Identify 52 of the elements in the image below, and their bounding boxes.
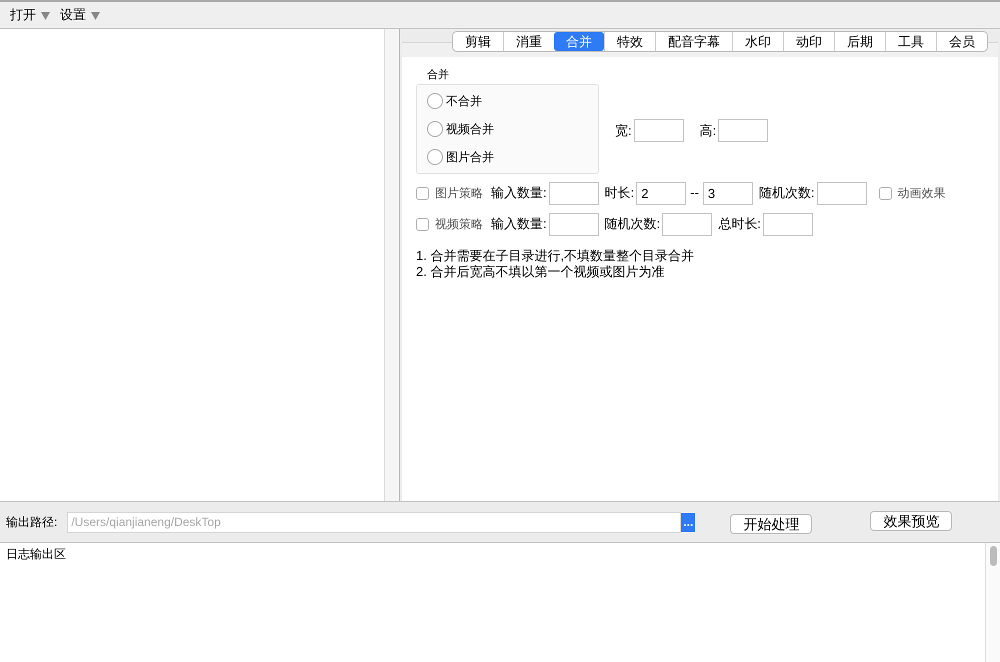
input-field[interactable] — [718, 119, 768, 142]
input-field[interactable] — [548, 212, 599, 236]
input-field[interactable] — [816, 182, 867, 204]
checkbox-label: 视频策略 — [435, 216, 483, 233]
checkbox-label: 图片策略 — [435, 185, 483, 202]
action-button[interactable]: 开始处理 — [730, 514, 812, 534]
radio-label: 图片合并 — [446, 148, 494, 166]
group-title: 合并 — [427, 68, 450, 83]
tab[interactable]: 合并 — [554, 32, 604, 51]
scroll-thumb[interactable] — [990, 546, 996, 566]
tab[interactable]: 工具 — [885, 32, 936, 51]
field-label: 总时长: — [718, 215, 761, 234]
input-field[interactable] — [634, 119, 684, 142]
checkbox[interactable] — [878, 186, 892, 200]
input-field[interactable] — [548, 182, 599, 204]
caret-icon — [91, 10, 100, 20]
field-label: 随机次数: — [604, 215, 660, 234]
field-label: 随机次数: — [758, 184, 815, 202]
tab[interactable]: 水印 — [732, 32, 783, 51]
tab[interactable]: 特效 — [604, 32, 655, 51]
field-label: 高: — [700, 122, 716, 140]
log-title: 日志输出区 — [6, 546, 66, 561]
note-text: 2. 合并后宽高不填以第一个视频或图片为准 — [416, 264, 666, 280]
menu-dropdown[interactable]: 打开 — [10, 5, 50, 25]
field-label: 输入数量: — [491, 215, 547, 234]
output-path-field[interactable]: /Users/qianjianeng/DeskTop — [67, 512, 682, 532]
menu-dropdown[interactable]: 设置 — [60, 5, 100, 25]
radio-button[interactable] — [427, 148, 443, 164]
input-field[interactable]: 2 — [636, 182, 686, 204]
tab[interactable]: 配音字幕 — [655, 32, 732, 51]
range-separator: -- — [690, 184, 699, 202]
checkbox[interactable] — [416, 218, 429, 230]
input-field[interactable] — [762, 212, 813, 236]
radio-label: 视频合并 — [446, 120, 494, 138]
input-field[interactable] — [662, 212, 712, 236]
note-text: 1. 合并需要在子目录进行,不填数量整个目录合并 — [416, 248, 696, 264]
field-label: 时长: — [604, 184, 634, 202]
field-label: 宽: — [615, 122, 632, 140]
radio-button[interactable] — [427, 92, 443, 108]
checkbox[interactable] — [416, 186, 429, 200]
browse-button[interactable]: ... — [681, 512, 696, 532]
radio-button[interactable] — [427, 120, 443, 136]
input-field[interactable]: 3 — [702, 182, 753, 204]
action-button[interactable]: 效果预览 — [870, 510, 952, 530]
radio-label: 不合并 — [446, 92, 482, 110]
field-label: 输入数量: — [491, 184, 547, 202]
checkbox-label: 动画效果 — [898, 185, 946, 202]
tab[interactable]: 剪辑 — [453, 32, 503, 51]
tab[interactable]: 后期 — [834, 32, 885, 51]
output-path-label: 输出路径: — [6, 514, 58, 531]
caret-icon — [41, 10, 50, 20]
tab[interactable]: 动印 — [783, 32, 834, 51]
